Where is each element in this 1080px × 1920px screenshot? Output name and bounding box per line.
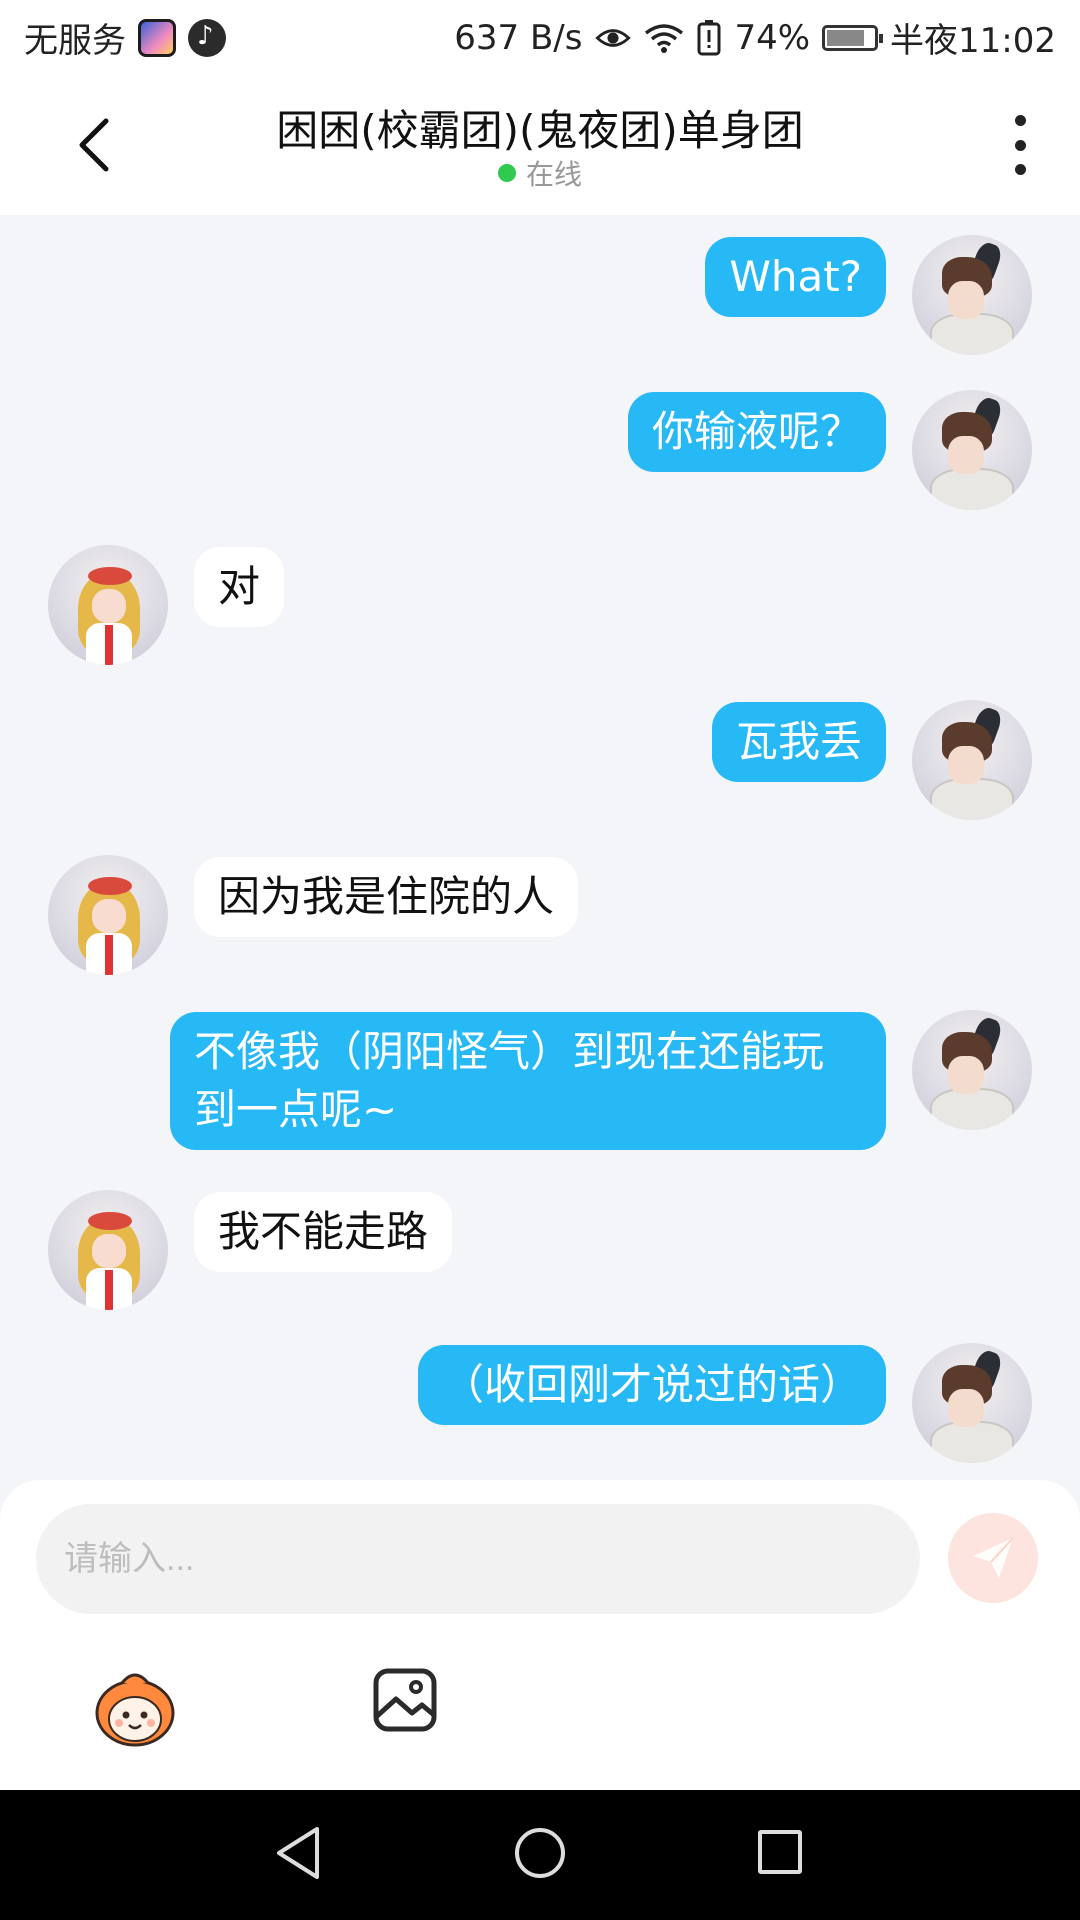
message-item: 因为我是住院的人 (48, 855, 579, 975)
status-bar: 无服务 637 B/s 74% 半夜11:02 (0, 0, 1080, 75)
network-speed: 637 B/s (454, 17, 583, 58)
nav-back-icon[interactable] (273, 1825, 323, 1881)
message-bubble[interactable]: 瓦我丢 (711, 702, 886, 782)
message-item: 不像我（阴阳怪气）到现在还能玩到一点呢~ (170, 1010, 1032, 1150)
message-item: 你输液呢？ (627, 390, 1032, 510)
message-bubble[interactable]: （收回刚才说过的话） (417, 1345, 886, 1425)
more-vert-icon[interactable] (1005, 115, 1035, 175)
battery-icon (822, 24, 884, 51)
gallery-app-icon (138, 18, 176, 57)
battery-alert-icon (697, 19, 721, 55)
my-avatar[interactable] (912, 700, 1032, 820)
my-avatar[interactable] (912, 235, 1032, 355)
message-bubble[interactable]: What? (705, 237, 886, 317)
message-bubble[interactable]: 你输液呢？ (627, 392, 886, 472)
clock: 半夜11:02 (890, 21, 1056, 61)
my-avatar[interactable] (912, 1010, 1032, 1130)
image-icon[interactable] (372, 1667, 438, 1733)
message-item: 对 (48, 545, 285, 665)
battery-level-fill (827, 29, 865, 46)
message-bubble[interactable]: 对 (194, 547, 285, 627)
send-icon (973, 1537, 1014, 1578)
online-dot-icon (497, 164, 516, 182)
online-status-label: 在线 (525, 158, 582, 191)
input-panel (0, 1480, 1080, 1790)
online-status-row: 在线 (0, 153, 1080, 193)
contact-avatar[interactable] (48, 855, 168, 975)
message-item: （收回刚才说过的话） (417, 1343, 1032, 1463)
system-nav-bar (0, 1790, 1080, 1920)
message-item: 瓦我丢 (711, 700, 1032, 820)
message-bubble[interactable]: 不像我（阴阳怪气）到现在还能玩到一点呢~ (170, 1012, 886, 1150)
contact-avatar[interactable] (48, 1190, 168, 1310)
nav-recent-icon[interactable] (758, 1830, 802, 1874)
chat-title: 困困(校霸团)(鬼夜团)单身团 (276, 106, 804, 155)
message-item: 我不能走路 (48, 1190, 453, 1310)
battery-percent: 74% (734, 17, 811, 58)
send-button[interactable] (948, 1513, 1038, 1603)
carrier-label: 无服务 (24, 21, 126, 61)
message-bubble[interactable]: 因为我是住院的人 (194, 857, 579, 937)
eye-icon (595, 28, 632, 47)
message-bubble[interactable]: 我不能走路 (194, 1192, 453, 1272)
status-left: 无服务 (24, 13, 226, 62)
message-item: What? (705, 235, 1032, 355)
emoji-icon[interactable] (92, 1665, 178, 1751)
chat-header: 困困(校霸团)(鬼夜团)单身团 在线 (0, 75, 1080, 215)
tiktok-app-icon (188, 18, 226, 57)
message-list[interactable]: What? 你输液呢？ 对 瓦我丢 因为我是住院的人 不像我（阴阳怪气）到现在还… (0, 215, 1080, 1480)
wifi-icon (645, 23, 684, 53)
message-input[interactable] (36, 1504, 920, 1614)
status-right: 637 B/s 74% 半夜11:02 (454, 13, 1056, 62)
contact-avatar[interactable] (48, 545, 168, 665)
my-avatar[interactable] (912, 1343, 1032, 1463)
my-avatar[interactable] (912, 390, 1032, 510)
nav-home-icon[interactable] (515, 1828, 565, 1878)
